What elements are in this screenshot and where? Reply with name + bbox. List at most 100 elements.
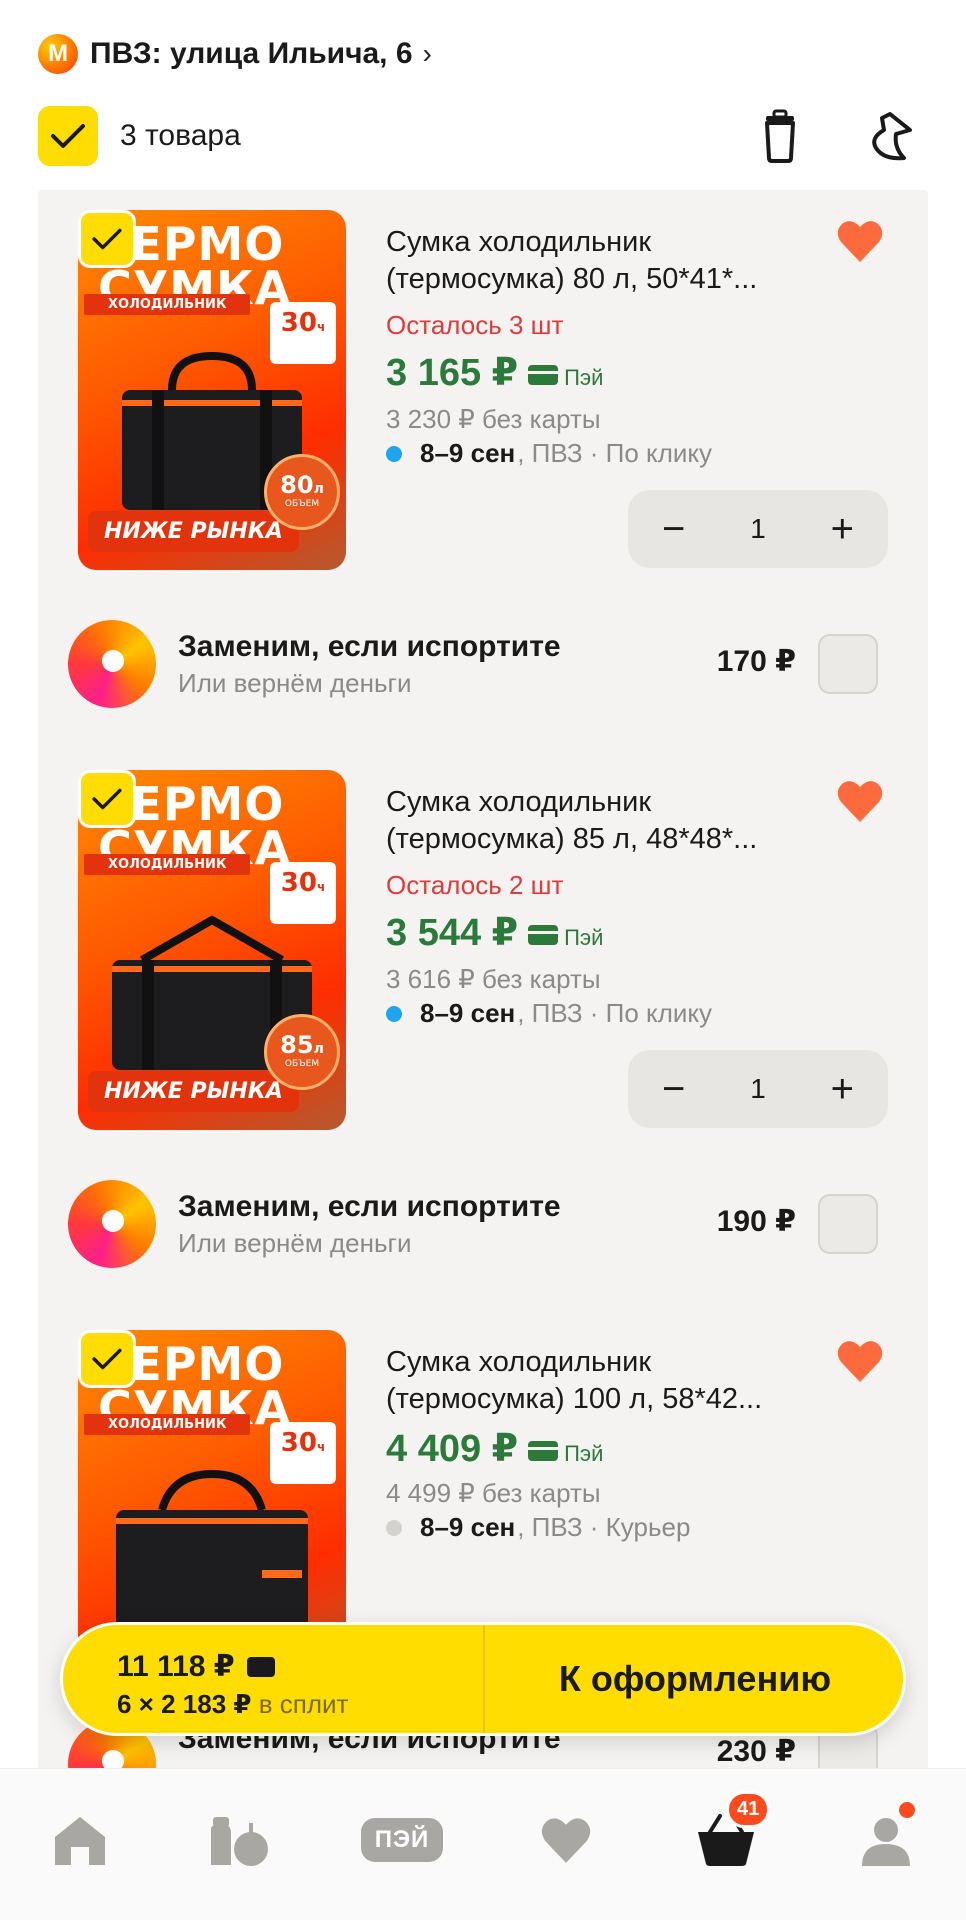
bag-illustration [116,1470,308,1640]
heart-icon[interactable] [836,778,884,824]
heart-icon[interactable] [836,218,884,264]
insurance-subtitle: Или вернём деньги [178,668,412,698]
item-price: 4 409 ₽ [386,1428,519,1470]
split-amount: 6 × 2 183 ₽ [117,1689,252,1719]
thumb-volume-unit: л [313,481,324,497]
share-icon[interactable] [860,108,916,164]
delivery-info: 8–9 сен , ПВЗ · По клику [386,998,712,1029]
chevron-right-icon: › [422,38,432,69]
pickup-point-selector[interactable]: M ПВЗ: улица Ильича, 6 › [38,34,432,74]
thumb-volume: 85 [280,1031,314,1059]
nav-catalog[interactable] [200,1805,280,1875]
thumb-hours-unit: ч [316,320,326,334]
cart-page: M ПВЗ: улица Ильича, 6 › 3 товара ТЕРМО … [0,0,966,1920]
thumb-subtitle: ХОЛОДИЛЬНИК [84,1414,251,1435]
insurance-logo-icon [68,620,156,708]
thumb-bottom-label: НИЖЕ РЫНКА [88,511,299,552]
item-price: 3 165 ₽ [386,352,519,394]
insurance-title: Заменим, если испортите [178,630,561,663]
pay-label: Пэй [564,925,604,950]
notification-dot [896,1799,918,1821]
thumb-hours-unit: ч [316,1440,326,1454]
thumb-volume: 80 [280,471,314,499]
pickup-point-label: ПВЗ: улица Ильича, 6 [90,37,413,70]
thumb-hours: 30 [280,1428,317,1458]
pay-label: Пэй [564,365,604,390]
insurance-checkbox[interactable] [818,634,878,694]
thumb-hours: 30 [280,308,317,338]
nav-home[interactable] [40,1805,120,1875]
item-checkbox[interactable] [78,210,136,268]
item-checkbox[interactable] [78,770,136,828]
nav-favorites[interactable] [526,1805,606,1875]
cart-count-badge: 41 [726,1791,771,1828]
pay-label: Пэй [564,1441,604,1466]
insurance-title: Заменим, если испортите [178,1190,561,1223]
item-title-line1: Сумка холодильник [386,786,652,818]
insurance-price: 230 ₽ [716,1735,796,1768]
insurance-option: Заменим, если испортите Или вернём деньг… [38,610,928,720]
decrease-button[interactable]: − [662,1069,685,1109]
select-all-row: 3 товара [38,104,928,168]
thumb-hours-unit: ч [316,880,326,894]
home-icon [55,1817,105,1865]
item-checkbox[interactable] [78,1330,136,1388]
thumb-volume-badge: 85л ОБЪЕМ [264,1014,340,1090]
delivery-date: 8–9 сен [420,1512,516,1542]
pay-card-icon [528,365,559,385]
thumb-hours: 30 [280,868,317,898]
insurance-price: 170 ₽ [716,645,796,678]
checkmark-icon [92,228,122,250]
quantity-stepper: − 1 + [628,490,888,568]
delivery-dot-icon [386,1005,402,1022]
insurance-logo-icon [68,1180,156,1268]
checkout-button[interactable]: К оформлению [487,1625,903,1733]
thumb-bottom-label: НИЖЕ РЫНКА [88,1071,299,1112]
heart-icon[interactable] [836,1338,884,1384]
stock-remaining: Осталось 3 шт [386,310,564,340]
item-title[interactable]: Сумка холодильник (термосумка) 85 л, 48*… [386,784,826,858]
pay-card-icon [528,1441,559,1461]
thumb-volume-label: ОБЪЕМ [284,1059,320,1069]
trash-icon[interactable] [752,108,808,164]
quantity-value: 1 [750,1073,766,1104]
delivery-dot-icon [386,1519,402,1536]
delivery-method: , ПВЗ · Курьер [517,1512,691,1542]
checkmark-icon [92,1348,122,1370]
delivery-date: 8–9 сен [420,998,516,1028]
delivery-info: 8–9 сен , ПВЗ · Курьер [386,1512,690,1543]
thumb-volume-badge: 80л ОБЪЕМ [264,454,340,530]
quantity-stepper: − 1 + [628,1050,888,1128]
checkout-divider [483,1625,485,1733]
increase-button[interactable]: + [831,509,854,549]
item-title[interactable]: Сумка холодильник (термосумка) 100 л, 58… [386,1344,826,1418]
select-all-checkbox[interactable] [38,106,98,166]
old-price: 4 499 ₽ без карты [386,1478,601,1508]
pay-card-icon [246,1656,275,1677]
old-price: 3 616 ₽ без карты [386,964,601,994]
cart-item: ТЕРМО СУМКА ХОЛОДИЛЬНИК 30ч НИЖЕ РЫНКА 8… [38,750,928,1150]
decrease-button[interactable]: − [662,509,685,549]
item-title-line1: Сумка холодильник [386,1346,652,1378]
checkmark-icon [51,124,85,148]
thumb-volume-unit: л [313,1041,324,1057]
item-title-line1: Сумка холодильник [386,226,652,258]
delivery-method: , ПВЗ · По клику [517,998,713,1028]
nav-profile[interactable] [846,1799,926,1875]
item-title-line2: (термосумка) 100 л, 58*42... [386,1383,763,1415]
insurance-checkbox[interactable] [818,1194,878,1254]
price-row: 4 409 ₽ Пэй [386,1426,603,1471]
catalog-icon [211,1817,268,1866]
item-title[interactable]: Сумка холодильник (термосумка) 80 л, 50*… [386,224,826,298]
increase-button[interactable]: + [831,1069,854,1109]
nav-pay[interactable]: ПЭЙ [352,1805,452,1875]
item-price: 3 544 ₽ [386,912,519,954]
favorites-icon [541,1818,591,1863]
split-info: 6 × 2 183 ₽ в сплит [117,1689,348,1720]
item-title-line2: (термосумка) 85 л, 48*48*... [386,823,758,855]
thumb-volume-label: ОБЪЕМ [284,499,320,509]
pay-card-icon [528,925,559,945]
delivery-info: 8–9 сен , ПВЗ · По клику [386,438,712,469]
checkout-total: 11 118 ₽ [117,1649,275,1684]
nav-cart[interactable]: 41 [686,1791,771,1875]
